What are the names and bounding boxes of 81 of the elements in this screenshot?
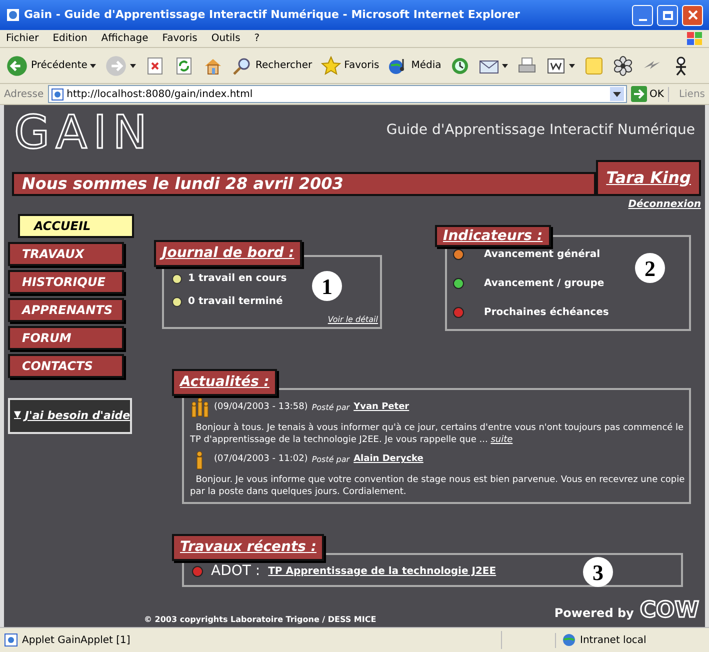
section-title: Indicateurs :	[435, 225, 551, 247]
menu-item[interactable]: Edition	[52, 31, 88, 46]
number-marker: 3	[583, 557, 613, 587]
nav-tab[interactable]: FORUM	[8, 326, 124, 350]
indicator-label[interactable]: Prochaines échéances	[484, 305, 609, 320]
site-subtitle: Guide d'Apprentissage Interactif Numérique	[386, 121, 695, 140]
copyright-text: © 2003 copyrights Laboratoire Trigone / DESS MICE	[144, 614, 376, 626]
post-date: (09/04/2003 - 13:58)	[214, 401, 308, 414]
windows-logo-icon	[687, 32, 703, 46]
page-icon	[50, 88, 64, 100]
address-label: Adresse	[4, 88, 44, 102]
zone-text: Intranet local	[580, 634, 646, 648]
browser-icon	[6, 8, 20, 22]
stop-page-icon	[145, 56, 166, 76]
go-button[interactable]: OK	[630, 86, 664, 102]
section-title: Actualités :	[172, 369, 278, 396]
more-link[interactable]: suite	[490, 435, 513, 445]
help-marker: ▼	[14, 409, 21, 422]
minimize-button[interactable]	[632, 4, 653, 26]
dropdown-caret-icon	[502, 64, 508, 68]
refresh-icon	[174, 56, 194, 76]
post-text: Bonjour à tous. Je tenais à vous informer qu'à ce jour, certains d'entre vous n'ont toujours pas commencé le TP d'apprentissage de la technologie J2EE. Je vous rappelle que ... suite	[189, 422, 685, 446]
nav-tab[interactable]: CONTACTS	[8, 354, 124, 378]
printer-icon	[517, 56, 538, 76]
brand-logo: COW	[640, 600, 699, 622]
work-code: ADOT :	[211, 562, 260, 581]
go-arrow-icon	[630, 86, 646, 102]
dropdown-caret-icon	[130, 64, 136, 68]
close-button[interactable]	[682, 4, 703, 26]
author-link[interactable]: Yvan Peter	[354, 401, 410, 415]
date-banner: Nous sommes le lundi 28 avril 2003	[12, 172, 596, 196]
search-icon	[232, 56, 252, 76]
menu-item[interactable]: Favoris	[162, 31, 198, 46]
post-text: Bonjour. Je vous informe que votre convention de stage nous est bien parvenue. Vous en recevrez une copie par la poste dans quelques jours. Cordialement.	[189, 474, 685, 498]
toolbar-button[interactable]: Rechercher	[230, 52, 314, 80]
toolbar-button[interactable]: Favoris	[319, 52, 382, 80]
number-marker: 2	[635, 253, 665, 283]
nav-tab[interactable]: HISTORIQUE	[8, 270, 124, 294]
window-title: Gain - Guide d'Apprentissage Interactif Numérique - Microsoft Internet Explorer	[24, 6, 521, 23]
close-icon	[688, 10, 698, 20]
dropdown-caret-icon	[569, 64, 576, 68]
globe-icon	[562, 633, 576, 647]
toolbar-button[interactable]: Média	[386, 52, 444, 80]
dropdown-caret-icon	[90, 64, 96, 68]
menu-item[interactable]: Fichier	[6, 31, 39, 46]
people-group-icon	[191, 398, 209, 418]
menu-item[interactable]: Affichage	[101, 31, 148, 46]
menu-item[interactable]: Outils	[211, 31, 240, 46]
menu-item[interactable]: ?	[254, 31, 260, 46]
indicator-label[interactable]: Avancement général	[484, 247, 600, 262]
nav-tab[interactable]: ACCUEIL	[18, 214, 134, 238]
page-icon	[4, 633, 18, 647]
journal-entry: 1 travail en cours	[188, 272, 287, 286]
number-marker: 1	[312, 271, 342, 301]
help-button[interactable]: ▼ J'ai besoin d'aide	[8, 398, 132, 434]
document-edit-icon	[546, 56, 566, 76]
logout-link[interactable]: Déconnexion	[628, 197, 701, 212]
toolbar-button[interactable]: Précédente	[4, 52, 98, 80]
history-icon	[450, 56, 470, 76]
user-name[interactable]: Tara King	[596, 160, 701, 196]
note-icon	[584, 56, 604, 76]
status-text: Applet GainApplet [1]	[22, 634, 132, 648]
person-figure-icon	[195, 450, 205, 470]
site-logo: GAIN	[14, 109, 154, 155]
detail-link[interactable]: Voir le détail	[328, 314, 378, 326]
section-title: Travaux récents :	[172, 534, 324, 561]
flower-icon	[613, 56, 634, 76]
work-link[interactable]: TP Apprentissage de la technologie J2EE	[268, 564, 496, 579]
indicator-label[interactable]: Avancement / groupe	[484, 276, 604, 291]
star-icon	[321, 56, 342, 76]
posted-by-label: Posté par	[312, 454, 350, 466]
author-link[interactable]: Alain Derycke	[354, 453, 424, 467]
nav-tab[interactable]: TRAVAUX	[8, 242, 124, 266]
address-field[interactable]: http://localhost:8080/gain/index.html	[48, 85, 626, 103]
section-title: Journal de bord :	[154, 240, 302, 267]
post-date: (07/04/2003 - 11:02)	[214, 453, 308, 466]
journal-entry: 0 travail terminé	[188, 295, 283, 309]
powered-by-label: Powered by	[554, 605, 634, 622]
nav-tab[interactable]: APPRENANTS	[8, 298, 124, 322]
posted-by-label: Posté par	[312, 402, 350, 414]
maximize-button[interactable]	[657, 4, 678, 26]
